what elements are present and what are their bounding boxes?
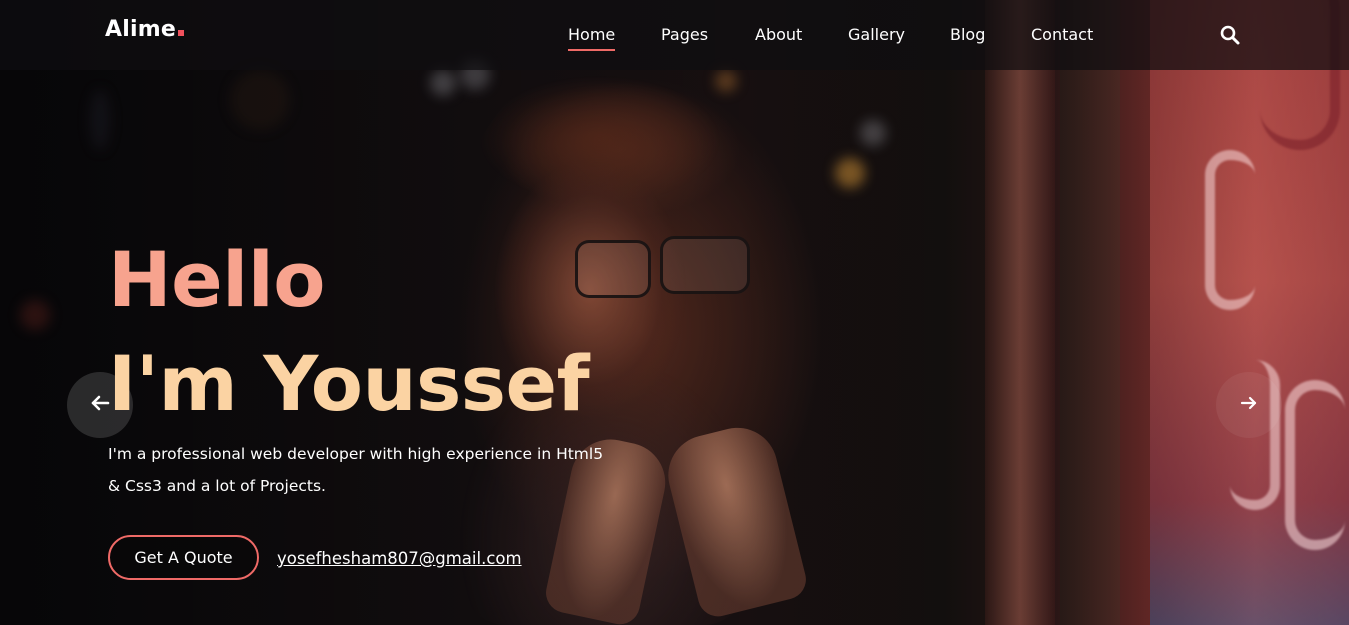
top-navbar: Alime Home Pages About Gallery Blog Cont… bbox=[0, 0, 1349, 70]
site-logo[interactable]: Alime bbox=[105, 17, 184, 42]
nav-about[interactable]: About bbox=[755, 25, 802, 44]
hero-description-line-1: I'm a professional web developer with hi… bbox=[108, 445, 604, 463]
hero-description-line-2: & Css3 and a lot of Projects. bbox=[108, 477, 326, 495]
search-icon[interactable] bbox=[1219, 24, 1241, 46]
hero-description: I'm a professional web developer with hi… bbox=[108, 438, 628, 502]
email-link[interactable]: yosefhesham807@gmail.com bbox=[277, 549, 522, 568]
hero-headline-name: I'm Youssef bbox=[108, 339, 590, 428]
nav-blog[interactable]: Blog bbox=[950, 25, 985, 44]
nav-gallery[interactable]: Gallery bbox=[848, 25, 905, 44]
arrow-right-icon bbox=[1240, 394, 1258, 416]
nav-home[interactable]: Home bbox=[568, 25, 616, 51]
get-a-quote-button[interactable]: Get A Quote bbox=[108, 535, 259, 580]
logo-text: Alime bbox=[105, 17, 176, 42]
hero-headline-hello: Hello bbox=[108, 235, 325, 324]
logo-dot bbox=[177, 30, 184, 36]
nav-contact[interactable]: Contact bbox=[1031, 25, 1093, 44]
hero-section: Alime Home Pages About Gallery Blog Cont… bbox=[0, 0, 1349, 625]
carousel-next-button[interactable] bbox=[1216, 372, 1282, 438]
nav-pages[interactable]: Pages bbox=[661, 25, 708, 44]
